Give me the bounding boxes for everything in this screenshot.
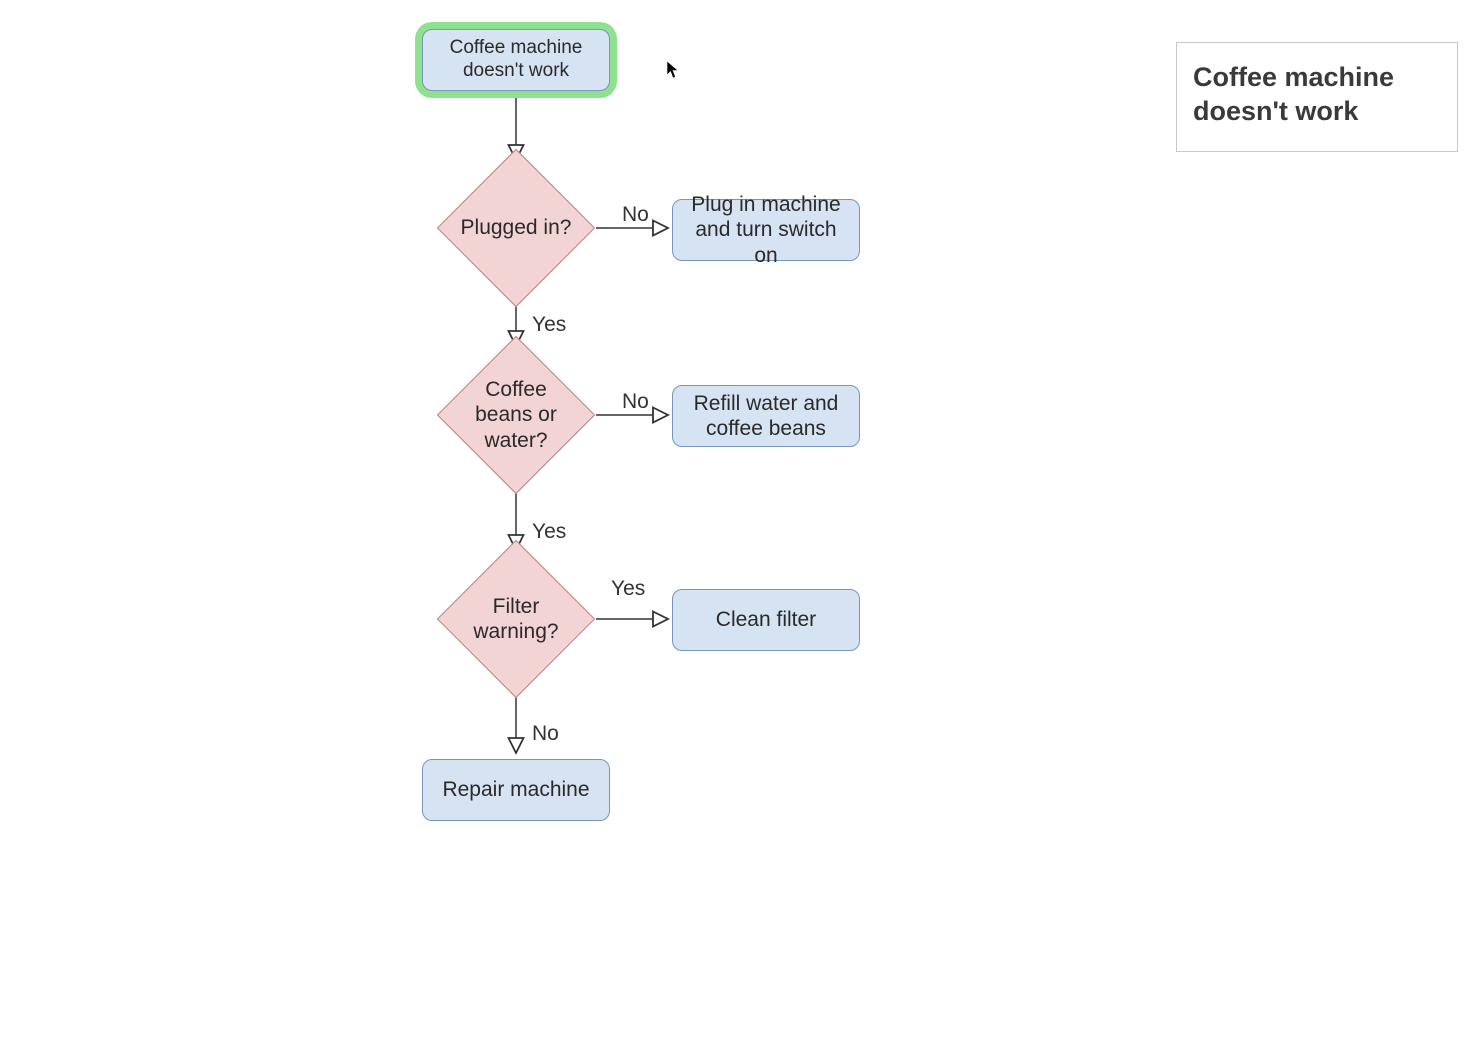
node-label: Filter warning? [460,594,572,644]
details-panel[interactable]: Coffee machine doesn't work [1176,42,1458,152]
node-plug-in-machine[interactable]: Plug in machine and turn switch on [672,199,860,261]
node-repair-machine[interactable]: Repair machine [422,759,610,821]
node-label: Coffee machine doesn't work [433,37,599,83]
node-plugged-in[interactable]: Plugged in? [460,172,572,284]
node-label: Plugged in? [461,215,572,240]
edge-label-filter-yes: Yes [611,576,645,601]
node-label: Repair machine [442,777,589,802]
node-label: Plug in machine and turn switch on [683,192,849,268]
edges-layer [0,0,1476,1050]
node-clean-filter[interactable]: Clean filter [672,589,860,651]
node-label: Clean filter [716,607,816,632]
node-coffee-machine-doesnt-work[interactable]: Coffee machine doesn't work [422,29,610,91]
diagram-canvas[interactable]: Coffee machine doesn't work Plugged in? … [0,0,1476,1050]
node-filter-warning[interactable]: Filter warning? [460,563,572,675]
edge-label-beans-water-yes: Yes [532,519,566,544]
edge-label-filter-no: No [532,721,559,746]
edge-label-beans-water-no: No [622,389,649,414]
details-panel-title: Coffee machine doesn't work [1193,61,1441,129]
node-refill-water-beans[interactable]: Refill water and coffee beans [672,385,860,447]
edge-label-plugged-in-yes: Yes [532,312,566,337]
node-coffee-beans-or-water[interactable]: Coffee beans or water? [460,359,572,471]
node-label: Coffee beans or water? [460,377,572,453]
node-label: Refill water and coffee beans [683,391,849,441]
edge-label-plugged-in-no: No [622,202,649,227]
